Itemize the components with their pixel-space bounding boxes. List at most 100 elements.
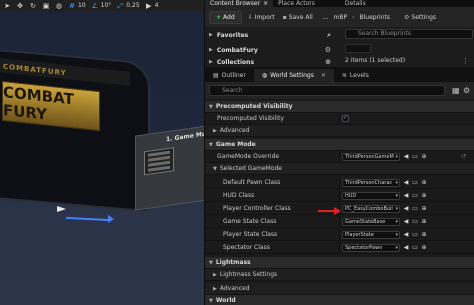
cabinet-label: 1. Game Mo [166, 130, 204, 144]
search-blueprints-input[interactable]: Search Blueprints [345, 29, 473, 39]
item-count: 2 items (1 selected) [345, 57, 406, 64]
settings-icon[interactable]: ⚙ [325, 46, 331, 54]
move-icon[interactable]: ✥ [16, 2, 24, 10]
game-state-dropdown[interactable]: GameStateBase [342, 218, 400, 226]
scale-icon[interactable]: ▣ [42, 2, 50, 10]
favorites-section[interactable]: ▶ Favorites ⌕ [205, 29, 335, 41]
world-icon[interactable]: ◍ [55, 2, 63, 10]
reset-icon[interactable]: ↺ [461, 153, 466, 160]
player-controller-dropdown[interactable]: PC_EasyComboBuil [342, 205, 400, 213]
gamemode-override-dropdown[interactable]: ThirdPersonGameM [342, 153, 400, 161]
section-selected-gamemode[interactable]: ▼ Selected GameMode [205, 163, 474, 175]
breadcrumb-item[interactable]: mBP [334, 14, 348, 21]
snap-scale-value[interactable]: 0.25 [126, 2, 139, 9]
view-options-icon[interactable]: ⋮ [462, 57, 469, 65]
property-label: Default Pawn Class [223, 179, 281, 186]
add-icon[interactable]: ⊕ [420, 179, 428, 187]
folder-icon[interactable]: ▭ [411, 205, 419, 213]
add-icon[interactable]: ⊕ [420, 231, 428, 239]
folder-icon[interactable]: ▭ [411, 244, 419, 252]
spectator-dropdown[interactable]: SpectatorPawn [342, 244, 400, 252]
default-pawn-dropdown[interactable]: ThirdPersonCharac [342, 179, 400, 187]
add-icon[interactable]: ⊕ [420, 192, 428, 200]
world-settings-toolbar: ⌕ Search ▦ ⚙ [205, 82, 474, 99]
snap-rotate-icon[interactable]: ∠ [91, 2, 99, 10]
asset-thumbnail[interactable] [345, 44, 371, 53]
tab-world-settings[interactable]: ◍ World Settings × [253, 69, 334, 82]
import-button[interactable]: ⇩ Import [246, 11, 277, 24]
add-label: Add [223, 13, 235, 21]
select-icon[interactable]: ➤ [3, 2, 11, 10]
section-lightmass[interactable]: ▼ Lightmass [205, 257, 474, 269]
section-label: World [215, 297, 236, 304]
player-state-dropdown[interactable]: PlayerState [342, 231, 400, 239]
tab-content-browser[interactable]: Content Browser × [205, 0, 274, 7]
search-input[interactable]: Search [209, 85, 445, 96]
hud-class-dropdown[interactable]: HUD [342, 192, 400, 200]
search-icon[interactable]: ⌕ [327, 31, 331, 40]
breadcrumb-more[interactable]: ... [323, 14, 329, 21]
close-icon[interactable]: × [321, 72, 326, 79]
level-viewport[interactable]: COMBATFURY COMBAT FURY 1. Game Mo ➤ ✥ ↻ … [0, 0, 204, 305]
player-start[interactable] [57, 206, 69, 214]
chevron-right-icon: ▶ [213, 127, 217, 134]
section-precomputed-visibility[interactable]: ▼ Precomputed Visibility [205, 101, 474, 113]
close-icon[interactable]: × [263, 0, 268, 7]
folder-icon[interactable]: ▭ [411, 192, 419, 200]
tab-details[interactable]: Details [340, 0, 371, 7]
rotate-icon[interactable]: ↻ [29, 2, 37, 10]
breadcrumb-item[interactable]: Blueprints [360, 14, 391, 21]
browse-icon[interactable]: ◀ [402, 153, 410, 161]
red-arrow-annotation [318, 206, 342, 216]
settings-label: Settings [411, 13, 437, 21]
add-icon[interactable]: ⊕ [420, 218, 428, 226]
snap-grid-value[interactable]: 10 [78, 2, 86, 9]
section-lightmass-settings[interactable]: ▶ Lightmass Settings [205, 269, 474, 281]
section-game-mode[interactable]: ▼ Game Mode [205, 139, 474, 151]
browse-icon[interactable]: ◀ [402, 205, 410, 213]
section-world[interactable]: ▼ World [205, 295, 474, 305]
row-game-state-class: Game State Class GameStateBase ◀ ▭ ⊕ [205, 216, 474, 228]
browse-icon[interactable]: ◀ [402, 179, 410, 187]
add-button[interactable]: + Add [209, 10, 242, 24]
content-browser-toolbar: + Add ⇩ Import ▪ Save All ... mBP › Blue… [205, 7, 474, 27]
browse-icon[interactable]: ◀ [402, 192, 410, 200]
section-label: Selected GameMode [219, 165, 282, 172]
snap-rotate-value[interactable]: 10° [101, 2, 112, 9]
camera-speed-icon[interactable]: ▶ [145, 2, 153, 10]
gear-icon[interactable]: ⚙ [463, 86, 470, 95]
folder-icon[interactable]: ▭ [411, 153, 419, 161]
row-gamemode-override: GameMode Override ThirdPersonGameM ◀ ▭ ⊕… [205, 151, 474, 163]
flag-icon [57, 206, 66, 212]
add-icon[interactable]: ⊕ [420, 244, 428, 252]
folder-section[interactable]: ▶ CombatFury ⚙ [205, 44, 335, 56]
import-icon: ⇩ [247, 13, 253, 21]
properties-panel: ▼ Precomputed Visibility Precomputed Vis… [205, 99, 474, 305]
folder-icon[interactable]: ▭ [411, 179, 419, 187]
add-icon[interactable]: ⊕ [325, 58, 331, 66]
grid-view-icon[interactable]: ▦ [452, 86, 460, 95]
settings-button[interactable]: ⚙ Settings [402, 11, 438, 24]
folder-icon[interactable]: ▭ [411, 218, 419, 226]
add-icon[interactable]: ⊕ [420, 153, 428, 161]
import-label: Import [254, 13, 275, 21]
chevron-right-icon: ▶ [209, 47, 213, 53]
tab-outliner[interactable]: ▤ Outliner [205, 69, 254, 82]
property-label: GameMode Override [217, 153, 280, 160]
section-label: Advanced [219, 127, 250, 134]
row-hud-class: HUD Class HUD ◀ ▭ ⊕ [205, 190, 474, 202]
precomputed-visibility-checkbox[interactable] [342, 114, 349, 122]
camera-speed-value[interactable]: 4 [155, 2, 159, 9]
browse-icon[interactable]: ◀ [402, 218, 410, 226]
snap-grid-icon[interactable]: # [68, 2, 76, 10]
tab-place-actors[interactable]: Place Actors [273, 0, 320, 7]
add-icon[interactable]: ⊕ [420, 205, 428, 213]
snap-scale-icon[interactable]: ⤢ [116, 2, 124, 10]
browse-icon[interactable]: ◀ [402, 244, 410, 252]
save-all-button[interactable]: ▪ Save All [281, 11, 315, 24]
section-advanced-2[interactable]: ▶ Advanced [205, 283, 474, 295]
tab-levels[interactable]: ≋ Levels [334, 69, 377, 82]
folder-icon[interactable]: ▭ [411, 231, 419, 239]
section-advanced[interactable]: ▶ Advanced [205, 125, 474, 137]
browse-icon[interactable]: ◀ [402, 231, 410, 239]
